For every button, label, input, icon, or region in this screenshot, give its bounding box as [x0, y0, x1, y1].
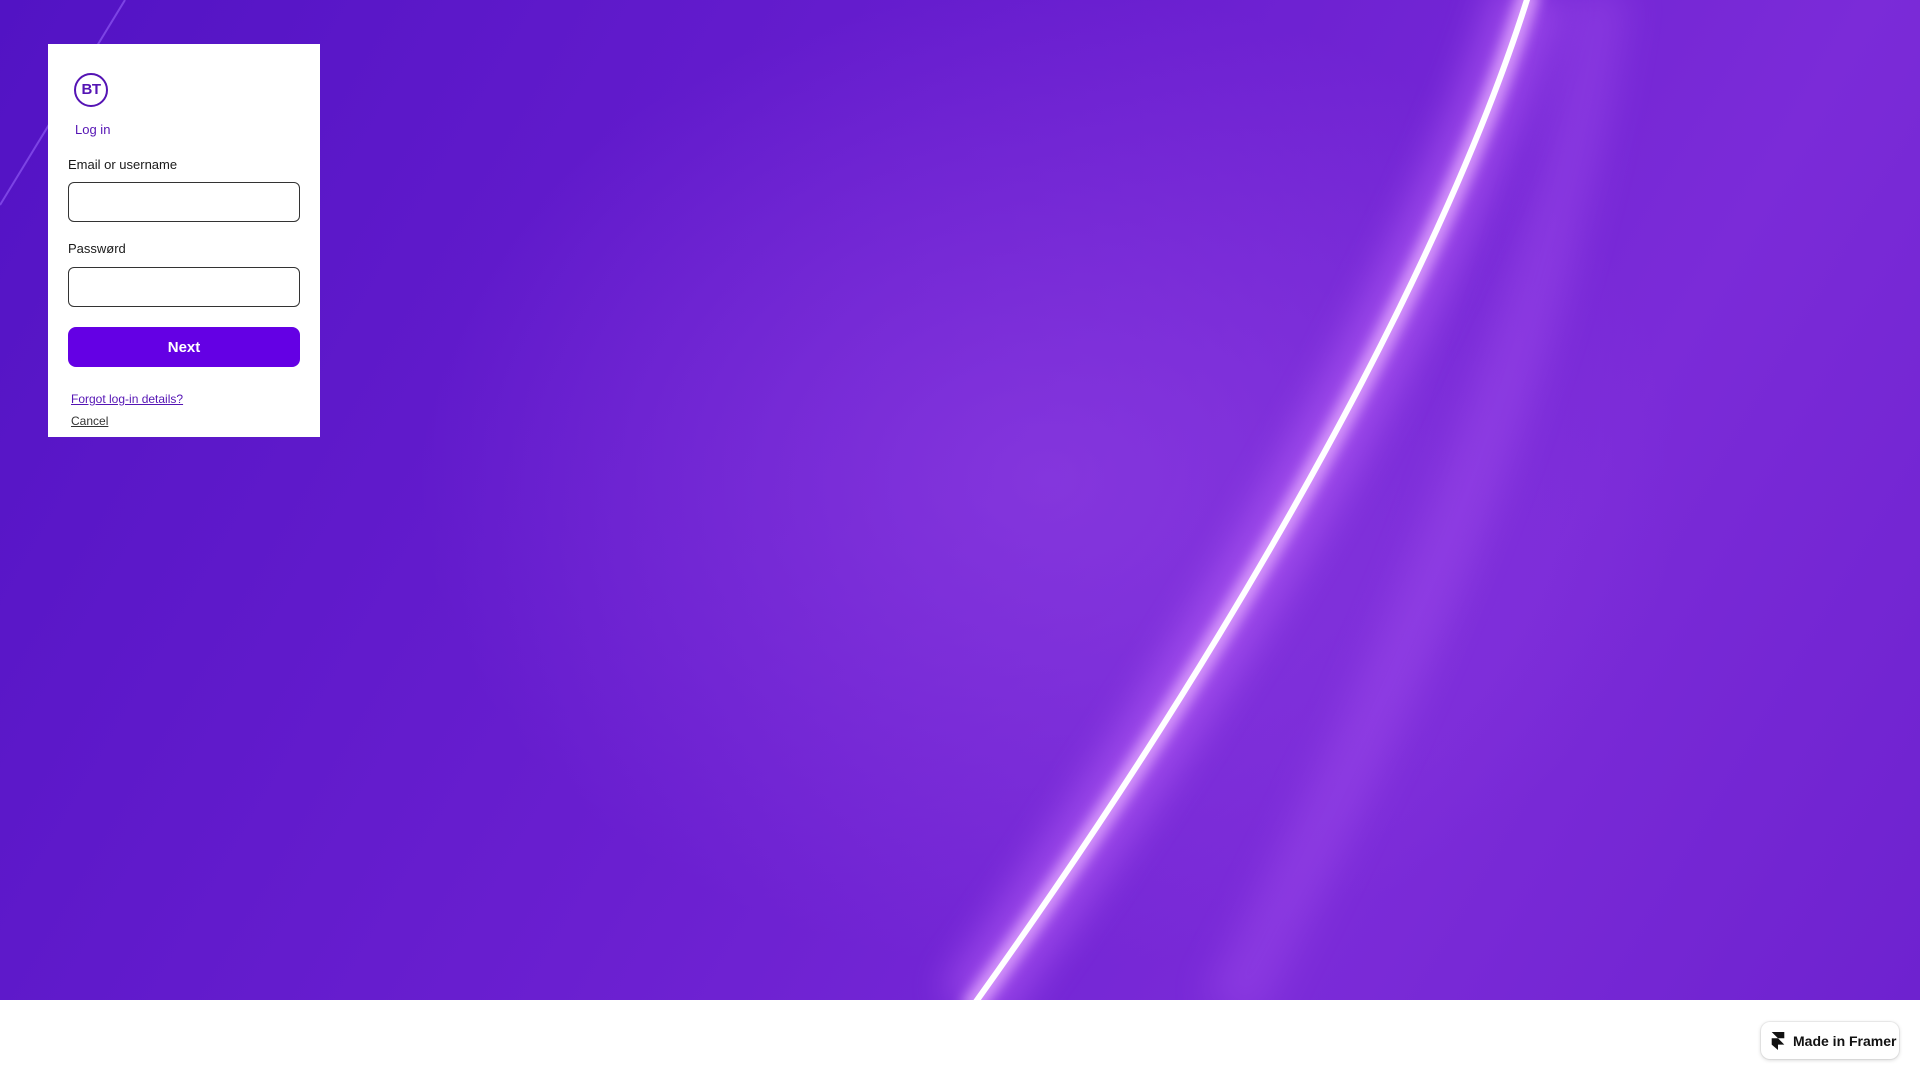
login-title: Log in: [75, 122, 111, 137]
password-label: Passwørd: [68, 241, 126, 256]
made-in-framer-label: Made in Framer: [1793, 1032, 1897, 1049]
framer-icon: [1771, 1031, 1785, 1050]
login-card: BT Log in Email or username Passwørd Nex…: [48, 44, 320, 437]
next-button[interactable]: Next: [68, 327, 300, 367]
password-field[interactable]: [68, 267, 300, 307]
bt-logo: BT: [74, 73, 108, 107]
hero-background: BT Log in Email or username Passwørd Nex…: [0, 0, 1920, 1000]
email-label: Email or username: [68, 157, 178, 172]
cancel-link[interactable]: Cancel: [71, 414, 108, 428]
email-field[interactable]: [68, 182, 300, 222]
made-in-framer-badge[interactable]: Made in Framer: [1761, 1022, 1899, 1059]
forgot-login-link[interactable]: Forgot log-in details?: [71, 392, 183, 406]
